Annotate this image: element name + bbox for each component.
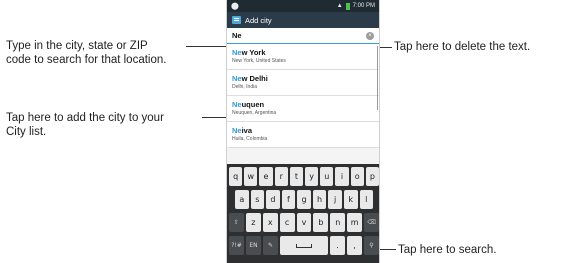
- key-x[interactable]: x: [262, 213, 278, 232]
- space-key[interactable]: [280, 236, 328, 255]
- key-h[interactable]: h: [312, 190, 327, 209]
- callout-delete-hint: Tap here to delete the text.: [394, 41, 531, 53]
- city-result-detail: Neuquen, Argentina: [232, 110, 277, 116]
- key-f[interactable]: f: [281, 190, 296, 209]
- battery-icon: [345, 2, 350, 10]
- backspace-icon[interactable]: ⌫: [364, 213, 379, 232]
- handwriting-key[interactable]: ✎: [263, 236, 278, 255]
- key-v[interactable]: v: [296, 213, 312, 232]
- callout-add-hint: Tap here to add the city to your City li…: [6, 111, 164, 139]
- city-match-text: Ne: [232, 100, 242, 109]
- key-u[interactable]: u: [320, 167, 334, 186]
- callout-search-line-2: code to search for that location.: [6, 54, 167, 66]
- language-key[interactable]: EN: [246, 236, 261, 255]
- keyboard-row-3: ⇧ z x c v b n m ⌫: [229, 213, 379, 232]
- keyboard-row-2: a s d f g h j k l: [229, 190, 379, 209]
- callout-add-line-2: City list.: [6, 126, 47, 138]
- callout-search-line-1: Type in the city, state or ZIP: [6, 40, 148, 52]
- key-t[interactable]: t: [289, 167, 304, 186]
- callout-add-line-1: Tap here to add the city to your: [6, 112, 164, 124]
- app-title: Add city: [245, 15, 272, 25]
- key-a[interactable]: a: [235, 190, 249, 209]
- city-result-detail: Huila, Colombia: [232, 136, 268, 142]
- callout-search-key-hint: Tap here to search.: [398, 244, 497, 256]
- results-scrollbar[interactable]: [376, 46, 378, 110]
- city-match-text: Ne: [232, 48, 242, 57]
- city-result-item[interactable]: Neuquen Neuquen, Argentina: [227, 96, 379, 122]
- status-indicators: ▲ 7:00 PM: [336, 2, 375, 10]
- city-result-item[interactable]: Neiva Huila, Colombia: [227, 122, 379, 148]
- key-g[interactable]: g: [297, 190, 311, 209]
- key-m[interactable]: m: [347, 213, 363, 232]
- key-i[interactable]: i: [335, 167, 349, 186]
- key-r[interactable]: r: [274, 167, 288, 186]
- city-result-name: Neuquen: [232, 100, 374, 109]
- key-w[interactable]: w: [244, 167, 258, 186]
- city-match-text: Ne: [232, 74, 242, 83]
- city-match-text: Ne: [232, 126, 242, 135]
- city-result-name: New York: [232, 48, 374, 57]
- search-icon[interactable]: ⚲: [364, 236, 379, 255]
- city-rest-text: uquen: [241, 100, 265, 109]
- key-p[interactable]: p: [365, 167, 379, 186]
- on-screen-keyboard: q w e r t y u i o p a s d f g h j k l ⇧ …: [227, 164, 379, 263]
- city-search-input[interactable]: [232, 31, 366, 40]
- city-result-detail: New York, United States: [232, 58, 286, 64]
- symbols-key[interactable]: ?!#: [229, 236, 244, 255]
- key-n[interactable]: n: [330, 213, 346, 232]
- status-time: 7:00 PM: [352, 3, 375, 9]
- shift-icon[interactable]: ⇧: [229, 213, 244, 232]
- app-title-bar: Add city: [227, 12, 379, 28]
- key-y[interactable]: y: [305, 167, 319, 186]
- signal-icon: ▲: [336, 3, 343, 9]
- city-rest-text: w York: [241, 48, 266, 57]
- notification-icon: ⬤: [231, 3, 239, 10]
- key-o[interactable]: o: [350, 167, 364, 186]
- key-e[interactable]: e: [259, 167, 273, 186]
- keyboard-row-1: q w e r t y u i o p: [229, 167, 379, 186]
- key-j[interactable]: j: [328, 190, 342, 209]
- key-z[interactable]: z: [245, 213, 261, 232]
- key-c[interactable]: c: [279, 213, 295, 232]
- key-l[interactable]: l: [359, 190, 374, 209]
- city-rest-text: iva: [241, 126, 253, 135]
- city-result-detail: Delhi, India: [232, 84, 258, 90]
- city-rest-text: w Delhi: [241, 74, 268, 83]
- city-result-name: Neiva: [232, 126, 374, 135]
- city-result-item[interactable]: New Delhi Delhi, India: [227, 70, 379, 96]
- phone-screen: ⬤ ▲ 7:00 PM Add city × New York New York…: [226, 0, 380, 263]
- clear-text-icon[interactable]: ×: [366, 31, 374, 40]
- key-b[interactable]: b: [313, 213, 329, 232]
- period-key[interactable]: .: [330, 236, 345, 255]
- key-k[interactable]: k: [343, 190, 358, 209]
- weather-app-icon: [232, 16, 241, 24]
- key-q[interactable]: q: [229, 167, 243, 186]
- key-s[interactable]: s: [250, 190, 265, 209]
- city-results-list: New York New York, United States New Del…: [227, 44, 379, 148]
- space-bar-icon: [296, 243, 312, 248]
- key-d[interactable]: d: [266, 190, 280, 209]
- callout-search-hint: Type in the city, state or ZIP code to s…: [6, 39, 166, 67]
- status-bar: ⬤ ▲ 7:00 PM: [227, 0, 379, 12]
- comma-key[interactable]: ,: [347, 236, 362, 255]
- search-row: ×: [227, 28, 379, 44]
- keyboard-row-4: ?!# EN ✎ . , ⚲: [229, 236, 379, 255]
- city-result-name: New Delhi: [232, 74, 374, 83]
- city-result-item[interactable]: New York New York, United States: [227, 44, 379, 70]
